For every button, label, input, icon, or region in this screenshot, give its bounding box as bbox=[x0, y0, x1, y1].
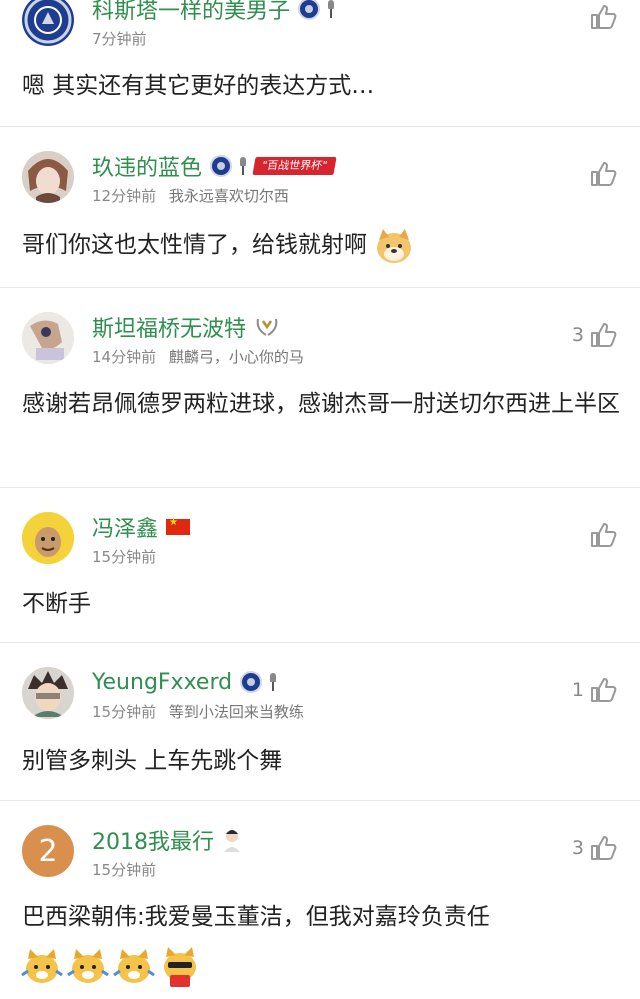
comment-time: 14分钟前 bbox=[92, 348, 157, 366]
user-signature: 麒麟弓，小心你的马 bbox=[168, 348, 304, 366]
china-flag-icon bbox=[166, 517, 191, 535]
comment-meta: 14分钟前 麒麟弓，小心你的马 bbox=[92, 346, 304, 367]
username[interactable]: YeungFxxerd bbox=[92, 670, 232, 695]
thumbs-up-icon bbox=[591, 323, 617, 347]
like-button[interactable] bbox=[588, 520, 618, 550]
username-row: 玖违的蓝色 "百战世界杯" bbox=[92, 150, 337, 182]
username[interactable]: 玖违的蓝色 bbox=[92, 150, 202, 182]
comment-text-content: 哥们你这也太性情了，给钱就射啊 bbox=[22, 232, 367, 258]
thumbs-up-icon bbox=[591, 678, 617, 702]
player-badge-icon bbox=[224, 830, 240, 852]
comment-meta: 15分钟前 bbox=[92, 859, 156, 880]
chelsea-badge-icon bbox=[298, 0, 321, 20]
thumbs-up-icon bbox=[591, 5, 617, 29]
comment-text: 巴西梁朝伟:我爱曼玉董洁，但我对嘉玲负责任 bbox=[22, 904, 490, 930]
like-count: 3 bbox=[571, 837, 584, 859]
username[interactable]: 2018我最行 bbox=[92, 824, 214, 856]
comment-2: 玖违的蓝色 "百战世界杯" 12分钟前 我永远喜欢切尔西 哥们你这也太性情了，给… bbox=[0, 127, 640, 287]
username-row: YeungFxxerd bbox=[92, 667, 277, 697]
comment-text: 感谢若昂佩德罗两粒进球，感谢杰哥一肘送切尔西进上半区 bbox=[22, 391, 620, 417]
username[interactable]: 科斯塔一样的美男子 bbox=[92, 0, 290, 25]
thumbs-up-icon bbox=[591, 162, 617, 186]
username[interactable]: 冯泽鑫 bbox=[92, 511, 158, 543]
username-row: 冯泽鑫 bbox=[92, 511, 191, 543]
yellow-hood-avatar-icon[interactable] bbox=[22, 512, 74, 564]
chelsea-crest-avatar-icon[interactable] bbox=[22, 0, 74, 46]
comment-4: 冯泽鑫 15分钟前 不断手 bbox=[0, 488, 640, 642]
dog-emoji-icon bbox=[67, 949, 109, 983]
trophy-icon bbox=[270, 671, 277, 693]
user-signature: 等到小法回来当教练 bbox=[168, 703, 304, 721]
username-row: 科斯塔一样的美男子 bbox=[92, 0, 335, 25]
comment-time: 15分钟前 bbox=[92, 861, 157, 879]
cool-dog-emoji-icon bbox=[164, 947, 196, 987]
emoji-row bbox=[20, 945, 202, 989]
comment-6: 2 2018我最行 15分钟前 3 巴西梁朝伟:我爱曼玉董洁，但我对嘉玲负责任 bbox=[0, 801, 640, 999]
comment-text: 哥们你这也太性情了，给钱就射啊 bbox=[22, 223, 622, 267]
cartoon-avatar-icon[interactable] bbox=[22, 667, 74, 719]
comment-time: 15分钟前 bbox=[92, 548, 157, 566]
banner-badge-icon: "百战世界杯" bbox=[252, 157, 337, 175]
chelsea-badge-icon bbox=[240, 671, 263, 693]
comment-time: 15分钟前 bbox=[92, 703, 157, 721]
comment-3: 斯坦福桥无波特 14分钟前 麒麟弓，小心你的马 3 感谢若昂佩德罗两粒进球，感谢… bbox=[0, 288, 640, 487]
letter-avatar-icon[interactable]: 2 bbox=[22, 825, 74, 877]
username[interactable]: 斯坦福桥无波特 bbox=[92, 311, 246, 343]
like-button[interactable]: 3 bbox=[572, 320, 618, 350]
thumbs-up-icon bbox=[591, 523, 617, 547]
like-count: 1 bbox=[571, 679, 584, 701]
comment-meta: 12分钟前 我永远喜欢切尔西 bbox=[92, 185, 289, 206]
comment-time: 12分钟前 bbox=[92, 187, 157, 205]
like-button[interactable] bbox=[588, 2, 618, 32]
comment-5: YeungFxxerd 15分钟前 等到小法回来当教练 1 别管多刺头 上车先跳… bbox=[0, 643, 640, 800]
hand-photo-avatar-icon[interactable] bbox=[22, 312, 74, 364]
dog-emoji-icon bbox=[21, 949, 63, 983]
comment-meta: 7分钟前 bbox=[92, 28, 147, 49]
avatar-letter: 2 bbox=[38, 833, 58, 869]
comment-time: 7分钟前 bbox=[92, 30, 147, 48]
username-row: 斯坦福桥无波特 bbox=[92, 312, 280, 342]
anime-character-avatar-icon[interactable] bbox=[22, 151, 74, 203]
thumbs-up-icon bbox=[591, 836, 617, 860]
trophy-icon bbox=[328, 0, 335, 20]
like-count: 3 bbox=[571, 324, 584, 346]
dog-emoji-icon bbox=[113, 949, 155, 983]
like-button[interactable]: 1 bbox=[572, 675, 618, 705]
username-row: 2018我最行 bbox=[92, 825, 242, 855]
trophy-icon bbox=[240, 155, 247, 177]
comment-1: 科斯塔一样的美男子 7分钟前 嗯 其实还有其它更好的表达方式… bbox=[0, 0, 640, 126]
comment-text: 嗯 其实还有其它更好的表达方式… bbox=[22, 73, 375, 99]
comment-text: 不断手 bbox=[22, 591, 91, 617]
comment-meta: 15分钟前 等到小法回来当教练 bbox=[92, 701, 304, 722]
like-button[interactable] bbox=[588, 159, 618, 189]
like-button[interactable]: 3 bbox=[572, 833, 618, 863]
doge-emoji-icon bbox=[377, 228, 412, 263]
comment-meta: 15分钟前 bbox=[92, 546, 156, 567]
user-signature: 我永远喜欢切尔西 bbox=[168, 187, 289, 205]
comment-text: 别管多刺头 上车先跳个舞 bbox=[22, 748, 283, 774]
chelsea-badge-icon bbox=[210, 155, 233, 177]
laurel-badge-icon bbox=[256, 318, 278, 336]
